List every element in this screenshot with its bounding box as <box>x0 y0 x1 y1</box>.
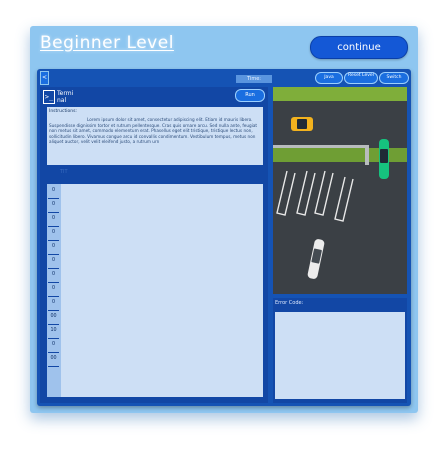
line-number: 00 <box>48 310 59 325</box>
terminal-header: >_ Termi nal Run <box>40 87 268 107</box>
switch-button[interactable]: Switch <box>379 72 409 84</box>
parking-game-canvas[interactable] <box>273 87 407 294</box>
code-editor[interactable]: 0 0 0 0 0 0 0 0 0 00 10 0 00 <box>47 184 263 397</box>
reset-level-button[interactable]: Reset Level <box>344 72 378 84</box>
time-label: Time: <box>236 75 272 83</box>
instructions-box: Instructions: Lorem ipsum dolor sit amet… <box>47 107 263 165</box>
line-number: 0 <box>48 254 59 269</box>
terminal-icon: >_ <box>43 90 55 104</box>
right-column: Error Code: <box>272 87 408 403</box>
line-number: 0 <box>48 296 59 311</box>
line-number: 0 <box>48 282 59 297</box>
collapse-button[interactable]: < <box>40 71 49 85</box>
grass-strip-top <box>273 87 407 101</box>
line-number: 0 <box>48 268 59 283</box>
line-number: 0 <box>48 338 59 353</box>
java-button[interactable]: Java <box>315 72 343 84</box>
top-toolbar: < Time: Java Reset Level Switch <box>40 71 409 85</box>
line-number: 0 <box>48 240 59 255</box>
error-code-label: Error Code: <box>275 300 304 306</box>
error-panel: Error Code: <box>273 298 407 403</box>
parking-scene <box>273 87 407 294</box>
line-number: 10 <box>48 324 59 339</box>
curb <box>273 145 369 148</box>
terminal-panel: >_ Termi nal Run Instructions: Lorem ips… <box>40 87 268 403</box>
line-number: 0 <box>48 212 59 227</box>
level-window: Beginner Level continue < Time: Java Res… <box>30 26 418 413</box>
line-number: 0 <box>48 226 59 241</box>
green-car[interactable] <box>379 139 389 179</box>
line-number: 00 <box>48 352 59 367</box>
faint-text: TIT <box>60 169 68 175</box>
line-number: 0 <box>48 184 59 199</box>
instructions-text: Lorem ipsum dolor sit amet, consectetur … <box>49 117 258 144</box>
line-number: 0 <box>48 198 59 213</box>
error-output <box>275 312 405 399</box>
continue-button[interactable]: continue <box>310 36 408 59</box>
line-number-gutter: 0 0 0 0 0 0 0 0 0 00 10 0 00 <box>47 184 61 397</box>
curb-end <box>365 145 369 165</box>
page-title: Beginner Level <box>40 33 174 53</box>
yellow-car[interactable] <box>291 117 313 131</box>
run-button[interactable]: Run <box>235 89 265 102</box>
terminal-label: Termi nal <box>57 90 74 104</box>
instructions-heading: Instructions: <box>49 109 77 114</box>
workspace-frame: < Time: Java Reset Level Switch >_ Termi… <box>37 69 411 406</box>
